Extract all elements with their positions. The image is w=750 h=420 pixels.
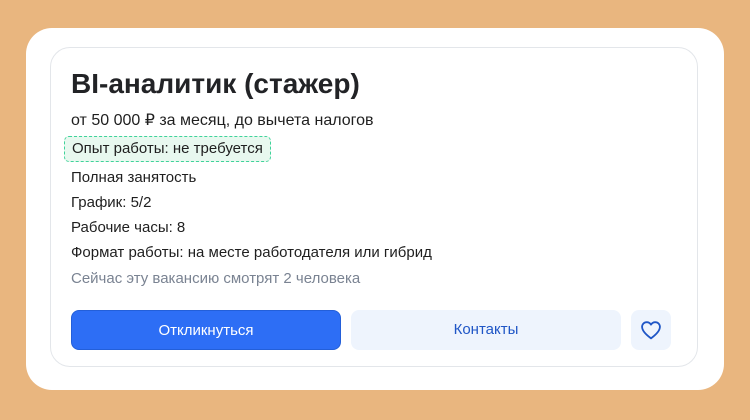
heart-icon xyxy=(640,320,662,340)
experience-badge: Опыт работы: не требуется xyxy=(64,136,271,162)
work-format-text: Формат работы: на месте работодателя или… xyxy=(71,244,432,261)
salary-text: от 50 000 ₽ за месяц, до вычета налогов xyxy=(71,112,374,129)
viewers-note: Сейчас эту вакансию смотрят 2 человека xyxy=(71,270,361,287)
contacts-button[interactable]: Контакты xyxy=(351,310,621,350)
outer-card: BI-аналитик (стажер) от 50 000 ₽ за меся… xyxy=(26,28,724,390)
employment-text: Полная занятость xyxy=(71,169,197,186)
favorite-button[interactable] xyxy=(631,310,671,350)
vacancy-title: BI-аналитик (стажер) xyxy=(71,68,360,99)
schedule-text: График: 5/2 xyxy=(71,194,152,211)
vacancy-card: BI-аналитик (стажер) от 50 000 ₽ за меся… xyxy=(50,47,698,367)
working-hours-text: Рабочие часы: 8 xyxy=(71,219,186,236)
respond-button[interactable]: Откликнуться xyxy=(71,310,341,350)
